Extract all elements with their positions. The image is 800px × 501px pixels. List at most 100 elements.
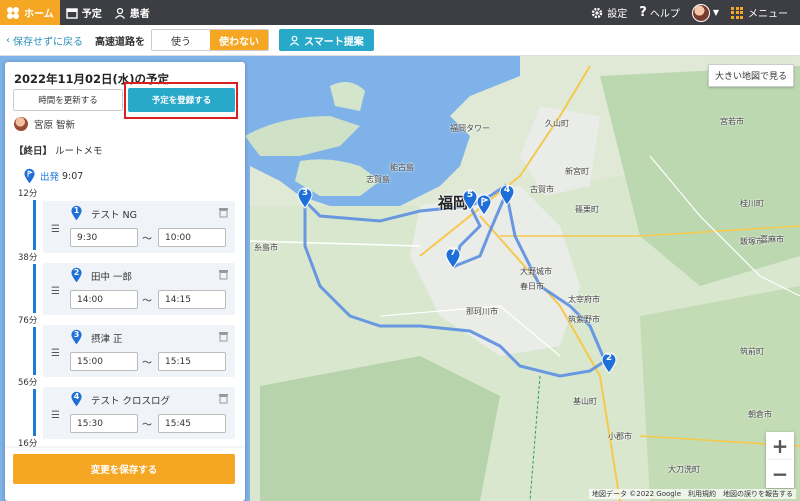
allday-memo-row[interactable]: 【終日】 ルートメモ bbox=[14, 143, 103, 157]
map-place-label: 宮若市 bbox=[720, 117, 744, 126]
highway-not-use-option[interactable]: 使わない bbox=[210, 30, 268, 50]
register-schedule-button[interactable]: 予定を登録する bbox=[128, 88, 235, 112]
map-pin-4[interactable]: 4 bbox=[499, 184, 515, 206]
map-pin-7[interactable]: 7 bbox=[445, 247, 461, 269]
visit-number-pin: 4 bbox=[70, 391, 83, 407]
update-time-button[interactable]: 時間を更新する bbox=[13, 89, 123, 111]
start-flag-pin-icon bbox=[476, 194, 492, 216]
travel-time: 12分 bbox=[18, 186, 38, 200]
person-suggest-icon bbox=[289, 35, 300, 46]
drag-handle-icon[interactable]: ☰ bbox=[51, 224, 60, 235]
highway-label: 高速道路を bbox=[95, 36, 145, 48]
nav-schedule-label: 予定 bbox=[81, 9, 102, 20]
save-bar: 変更を保存する bbox=[5, 448, 245, 501]
visit-number-pin: 2 bbox=[70, 267, 83, 283]
departure-time: 9:07 bbox=[62, 170, 84, 182]
top-nav: ホーム 予定 患者 設定 ? ヘルプ ▼ メニュー bbox=[0, 0, 800, 25]
visit-start-time-input[interactable]: 14:00 bbox=[70, 290, 138, 309]
home-logo-icon bbox=[7, 6, 19, 19]
visit-start-time-input[interactable]: 9:30 bbox=[70, 228, 138, 247]
visit-end-time-input[interactable]: 14:15 bbox=[158, 290, 226, 309]
trash-icon[interactable] bbox=[218, 331, 229, 342]
visit-start-time-input[interactable]: 15:00 bbox=[70, 352, 138, 371]
user-avatar bbox=[691, 3, 710, 22]
visit-patient-name: テスト NG bbox=[91, 210, 137, 221]
zoom-in-button[interactable]: + bbox=[766, 432, 794, 460]
time-range-separator: 〜 bbox=[142, 234, 152, 245]
route-toolbar: ‹ 保存せずに戻る 高速道路を 使う 使わない スマート提案 bbox=[0, 25, 800, 56]
map-place-label: 春日市 bbox=[520, 282, 544, 291]
gear-icon bbox=[592, 7, 603, 18]
departure-row: 出発 9:07 bbox=[23, 168, 83, 184]
trash-icon[interactable] bbox=[218, 269, 229, 280]
back-link-label: 保存せずに戻る bbox=[13, 36, 83, 48]
travel-time: 56分 bbox=[18, 375, 38, 389]
map-place-label: 志賀島 bbox=[366, 175, 390, 184]
time-range-separator: 〜 bbox=[142, 358, 152, 369]
highway-use-option[interactable]: 使う bbox=[152, 30, 210, 50]
travel-time: 38分 bbox=[18, 250, 38, 264]
start-flag-icon bbox=[24, 168, 35, 184]
nav-home[interactable]: ホーム bbox=[0, 0, 60, 25]
allday-memo: ルートメモ bbox=[55, 146, 103, 157]
map-credit: 地図データ ©2022 Google 利用規約 地図の誤りを報告する bbox=[589, 489, 796, 499]
map-place-label: 太宰府市 bbox=[568, 295, 600, 304]
visit-card[interactable]: ☰ 2 田中 一郎 14:00 〜 14:15 bbox=[43, 263, 235, 315]
nav-menu-label: メニュー bbox=[748, 9, 788, 20]
map-place-label: 那珂川市 bbox=[466, 307, 498, 316]
visit-patient-name: テスト クロスログ bbox=[91, 396, 171, 407]
map-pin-2[interactable]: 2 bbox=[601, 352, 617, 374]
nav-schedule[interactable]: 予定 bbox=[60, 0, 108, 25]
nav-menu[interactable]: メニュー bbox=[725, 0, 794, 25]
drag-handle-icon[interactable]: ☰ bbox=[51, 286, 60, 297]
visit-end-time-input[interactable]: 15:15 bbox=[158, 352, 226, 371]
smart-suggest-label: スマート提案 bbox=[304, 36, 364, 48]
big-map-button[interactable]: 大きい地図で見る bbox=[707, 64, 794, 87]
nav-settings[interactable]: 設定 bbox=[585, 0, 633, 25]
chevron-left-icon: ‹ bbox=[6, 34, 10, 46]
nav-help[interactable]: ? ヘルプ bbox=[633, 0, 686, 25]
visit-number-pin: 3 bbox=[70, 329, 83, 345]
staff-avatar bbox=[14, 117, 28, 131]
drag-handle-icon[interactable]: ☰ bbox=[51, 348, 60, 359]
map-pin-3[interactable]: 3 bbox=[297, 187, 313, 209]
visit-number-pin: 1 bbox=[70, 205, 83, 221]
map-pin-start[interactable] bbox=[476, 194, 492, 216]
save-changes-button[interactable]: 変更を保存する bbox=[13, 454, 235, 484]
map-place-label: 桂川町 bbox=[740, 199, 764, 208]
nav-home-label: ホーム bbox=[24, 9, 54, 20]
time-range-separator: 〜 bbox=[142, 296, 152, 307]
staff-row: 宮原 智新 bbox=[14, 117, 75, 131]
drag-handle-icon[interactable]: ☰ bbox=[51, 410, 60, 421]
visit-start-time-input[interactable]: 15:30 bbox=[70, 414, 138, 433]
question-icon: ? bbox=[639, 5, 647, 20]
trash-icon[interactable] bbox=[218, 207, 229, 218]
map-place-label: 糸島市 bbox=[254, 243, 278, 252]
time-range-separator: 〜 bbox=[142, 420, 152, 431]
travel-time: 76分 bbox=[18, 313, 38, 327]
back-without-saving-link[interactable]: ‹ 保存せずに戻る bbox=[6, 33, 83, 48]
visit-end-time-input[interactable]: 10:00 bbox=[158, 228, 226, 247]
visit-card[interactable]: ☰ 1 テスト NG 9:30 〜 10:00 bbox=[43, 201, 235, 253]
visit-card[interactable]: ☰ 3 摂津 正 15:00 〜 15:15 bbox=[43, 325, 235, 377]
nav-user[interactable]: ▼ bbox=[686, 0, 725, 25]
map-place-label: 久山町 bbox=[545, 119, 569, 128]
map-place-label: 筑紫野市 bbox=[568, 315, 600, 324]
highway-toggle: 使う 使わない bbox=[151, 29, 269, 51]
zoom-out-button[interactable]: − bbox=[766, 460, 794, 488]
grid-menu-icon bbox=[731, 6, 743, 19]
smart-suggest-button[interactable]: スマート提案 bbox=[279, 29, 374, 51]
visit-card[interactable]: ☰ 4 テスト クロスログ 15:30 〜 15:45 bbox=[43, 387, 235, 439]
person-icon bbox=[114, 7, 125, 19]
map-place-label: 大刀洗町 bbox=[668, 465, 700, 474]
map-place-label: 小郡市 bbox=[608, 432, 632, 441]
calendar-icon bbox=[66, 7, 78, 19]
nav-settings-label: 設定 bbox=[607, 9, 628, 20]
visit-end-time-input[interactable]: 15:45 bbox=[158, 414, 226, 433]
nav-patients[interactable]: 患者 bbox=[108, 0, 156, 25]
map-place-label: 古賀市 bbox=[530, 185, 554, 194]
map-place-label: 朝倉市 bbox=[748, 410, 772, 419]
trash-icon[interactable] bbox=[218, 393, 229, 404]
map-place-label: 嘉麻市 bbox=[760, 235, 784, 244]
visit-patient-name: 田中 一郎 bbox=[91, 272, 133, 283]
